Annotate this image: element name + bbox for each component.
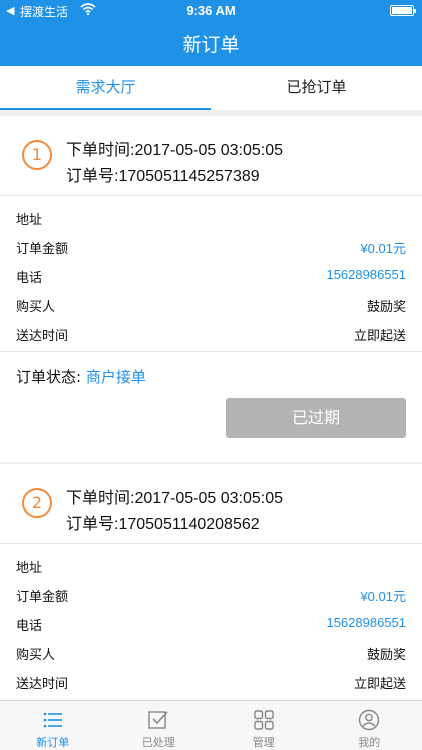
segment-tabs: 需求大厅 已抢订单 — [0, 66, 422, 110]
detail-value: 立即起送 — [353, 328, 406, 343]
clock: 9:36 AM — [186, 3, 236, 18]
order-status: 订单状态: 商户接单 — [16, 366, 146, 387]
status-bar: ◀ 摆渡生活 9:36 AM — [0, 0, 422, 22]
detail-key: 订单金额 — [16, 590, 69, 605]
detail-value: ¥0.01元 — [360, 241, 406, 256]
tab-demand-hall[interactable]: 需求大厅 — [0, 66, 211, 110]
tabbar-item-manage[interactable]: 管理 — [211, 701, 317, 750]
order-number: 订单号:1705051145257389 — [66, 168, 260, 185]
detail-row-address: 地址 — [16, 202, 406, 231]
order-index-badge: 2 — [22, 488, 52, 518]
detail-key: 电话 — [16, 271, 43, 286]
tabbar-label: 新订单 — [36, 736, 70, 749]
checkbox-icon — [148, 711, 168, 729]
tabbar-label: 已处理 — [141, 736, 175, 749]
detail-row-buyer: 购买人 鼓励奖 — [16, 637, 406, 666]
detail-key: 订单金额 — [16, 242, 69, 257]
phone-link[interactable]: 15628986551 — [326, 615, 406, 630]
phone-link[interactable]: 15628986551 — [326, 267, 406, 282]
detail-row-delivery-time: 送达时间 立即起送 — [16, 666, 406, 695]
detail-key: 地址 — [16, 561, 43, 576]
tabbar-item-processed[interactable]: 已处理 — [106, 701, 212, 750]
tabbar-label: 管理 — [252, 736, 275, 749]
detail-key: 地址 — [16, 213, 43, 228]
order-details: 地址 订单金额 ¥0.01元 电话 15628986551 购买人 鼓励奖 送达… — [0, 196, 422, 352]
bottom-tab-bar: 新订单 已处理 管理 我的 — [0, 700, 422, 750]
detail-value: 鼓励奖 — [366, 299, 406, 314]
order-number: 订单号:1705051140208562 — [66, 516, 260, 533]
detail-value: 鼓励奖 — [366, 647, 406, 662]
expired-button[interactable]: 已过期 — [226, 398, 406, 438]
detail-row-amount: 订单金额 ¥0.01元 — [16, 231, 406, 260]
order-header: 2 下单时间:2017-05-05 03:05:05 订单号:170505114… — [0, 464, 422, 544]
detail-value: 立即起送 — [353, 676, 406, 691]
order-footer: 订单状态: 商户接单 已过期 — [0, 352, 422, 462]
order-details: 地址 订单金额 ¥0.01元 电话 15628986551 购买人 鼓励奖 送达… — [0, 544, 422, 695]
tabbar-item-mine[interactable]: 我的 — [317, 701, 422, 750]
detail-row-buyer: 购买人 鼓励奖 — [16, 289, 406, 318]
order-status-value: 商户接单 — [85, 368, 146, 386]
order-time: 下单时间:2017-05-05 03:05:05 — [66, 142, 284, 159]
detail-row-delivery-time: 送达时间 立即起送 — [16, 318, 406, 347]
detail-row-phone: 电话 15628986551 — [16, 608, 406, 637]
detail-row-address: 地址 — [16, 550, 406, 579]
tabbar-item-new-orders[interactable]: 新订单 — [0, 701, 106, 750]
detail-key: 送达时间 — [16, 329, 69, 344]
order-card: 1 下单时间:2017-05-05 03:05:05 订单号:170505114… — [0, 116, 422, 462]
grid-icon — [254, 710, 274, 730]
detail-row-phone: 电话 15628986551 — [16, 260, 406, 289]
detail-key: 购买人 — [16, 300, 56, 315]
detail-value: ¥0.01元 — [360, 589, 406, 604]
detail-key: 电话 — [16, 619, 43, 634]
detail-key: 购买人 — [16, 648, 56, 663]
nav-header: ◀ 摆渡生活 9:36 AM 新订单 — [0, 0, 422, 66]
detail-row-amount: 订单金额 ¥0.01元 — [16, 579, 406, 608]
order-status-label: 订单状态: — [16, 368, 82, 386]
page-title: 新订单 — [182, 34, 240, 56]
user-icon — [359, 709, 380, 731]
tab-grabbed-orders[interactable]: 已抢订单 — [211, 66, 422, 110]
order-index-badge: 1 — [22, 140, 52, 170]
battery-icon — [390, 5, 416, 16]
detail-key: 送达时间 — [16, 677, 69, 692]
order-header: 1 下单时间:2017-05-05 03:05:05 订单号:170505114… — [0, 116, 422, 196]
order-card: 2 下单时间:2017-05-05 03:05:05 订单号:170505114… — [0, 464, 422, 700]
list-icon — [43, 712, 62, 728]
tabbar-label: 我的 — [358, 736, 381, 749]
order-time: 下单时间:2017-05-05 03:05:05 — [66, 490, 284, 507]
